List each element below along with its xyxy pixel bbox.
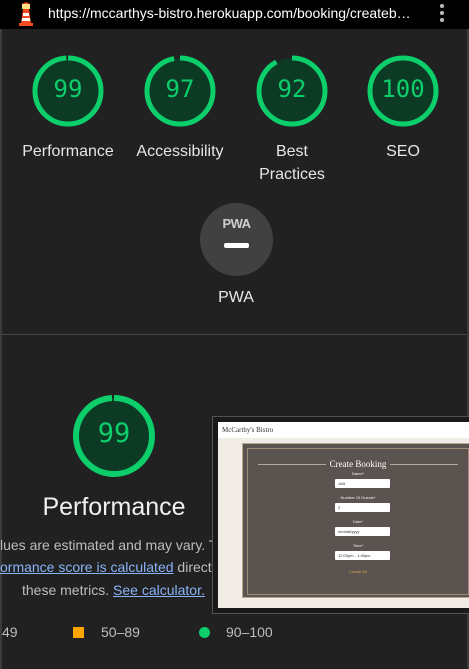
thumbnail-field-label: Date* — [352, 519, 363, 524]
thumbnail-booking-card: Create Booking Name* Julit Number Of Gue… — [242, 443, 469, 598]
pwa-badge-text: PWA — [222, 216, 251, 231]
thumbnail-page: McCarthy's Bistro Create Booking Name* J… — [218, 422, 469, 608]
performance-description-line1: lues are estimated and may vary. T — [0, 537, 218, 553]
gauge-label: Accessibility — [136, 143, 224, 160]
thumbnail-field: mm/dd/yyyy — [335, 527, 390, 536]
thumbnail-field-label: Number Of Guests* — [340, 495, 376, 500]
pass-circle-icon — [199, 627, 210, 638]
lighthouse-icon — [19, 2, 33, 26]
thumbnail-field-value: mm/dd/yyyy — [338, 529, 360, 534]
thumbnail-submit: Create Ba — [348, 569, 367, 574]
thumbnail-field: Julit — [335, 479, 390, 488]
thumbnail-field-value: 12:00pm - 1:45pm — [338, 553, 371, 558]
thumbnail-title: Create Booking — [248, 459, 468, 469]
legend-fail-range: 49 — [2, 624, 18, 640]
thumbnail-field-label: Name* — [351, 471, 365, 476]
pwa-label: PWA — [218, 289, 254, 306]
performance-description-line3: these metrics. See calculator. — [22, 582, 205, 598]
gauge-score: 92 — [277, 75, 307, 103]
pwa-badge-icon[interactable]: PWA — [200, 203, 273, 276]
more-options-icon[interactable] — [437, 4, 447, 26]
thumbnail-site-name: McCarthy's Bistro — [222, 426, 274, 434]
legend-average-range: 50–89 — [101, 624, 140, 640]
page-screenshot-thumbnail[interactable]: McCarthy's Bistro Create Booking Name* J… — [212, 416, 469, 614]
see-calculator-link[interactable]: See calculator. — [113, 582, 205, 598]
performance-description-text: these metrics. — [22, 582, 110, 598]
gauge-accessibility[interactable]: 97 Accessibility — [125, 54, 235, 163]
page-url[interactable]: https://mccarthys-bistro.herokuapp.com/b… — [48, 5, 411, 21]
performance-score: 99 — [97, 418, 131, 449]
thumbnail-header: McCarthy's Bistro — [218, 422, 469, 438]
thumbnail-title-text: Create Booking — [325, 459, 391, 469]
thumbnail-field: 12:00pm - 1:45pm — [335, 551, 390, 560]
gauge-best-practices[interactable]: 92 Best Practices — [237, 54, 347, 186]
gauge-score: 100 — [381, 75, 425, 103]
gauge-score: 99 — [53, 75, 83, 103]
score-calculation-link[interactable]: ormance score is calculated — [0, 559, 174, 575]
url-bar: https://mccarthys-bistro.herokuapp.com/b… — [0, 0, 469, 29]
gauge-score: 97 — [165, 75, 195, 103]
section-divider — [2, 334, 467, 335]
thumbnail-card-inner: Create Booking Name* Julit Number Of Gue… — [247, 448, 469, 595]
average-square-icon — [73, 627, 84, 638]
performance-description-line2: ormance score is calculated directly — [0, 559, 222, 575]
thumbnail-field-value: 2 — [338, 505, 341, 510]
gauge-label: SEO — [386, 143, 420, 160]
legend-pass-range: 90–100 — [226, 624, 273, 640]
pwa-dash-icon — [224, 243, 249, 248]
performance-title: Performance — [42, 493, 186, 521]
thumbnail-field-label: Time* — [352, 543, 364, 548]
thumbnail-field: 2 — [335, 503, 390, 512]
gauge-performance[interactable]: 99 Performance — [13, 54, 123, 163]
gauge-seo[interactable]: 100 SEO — [348, 54, 458, 163]
score-legend: 49 50–89 90–100 — [0, 624, 469, 644]
gauge-label: Best Practices — [259, 143, 325, 183]
thumbnail-field-value: Julit — [338, 481, 346, 486]
gauge-label: Performance — [22, 143, 114, 160]
